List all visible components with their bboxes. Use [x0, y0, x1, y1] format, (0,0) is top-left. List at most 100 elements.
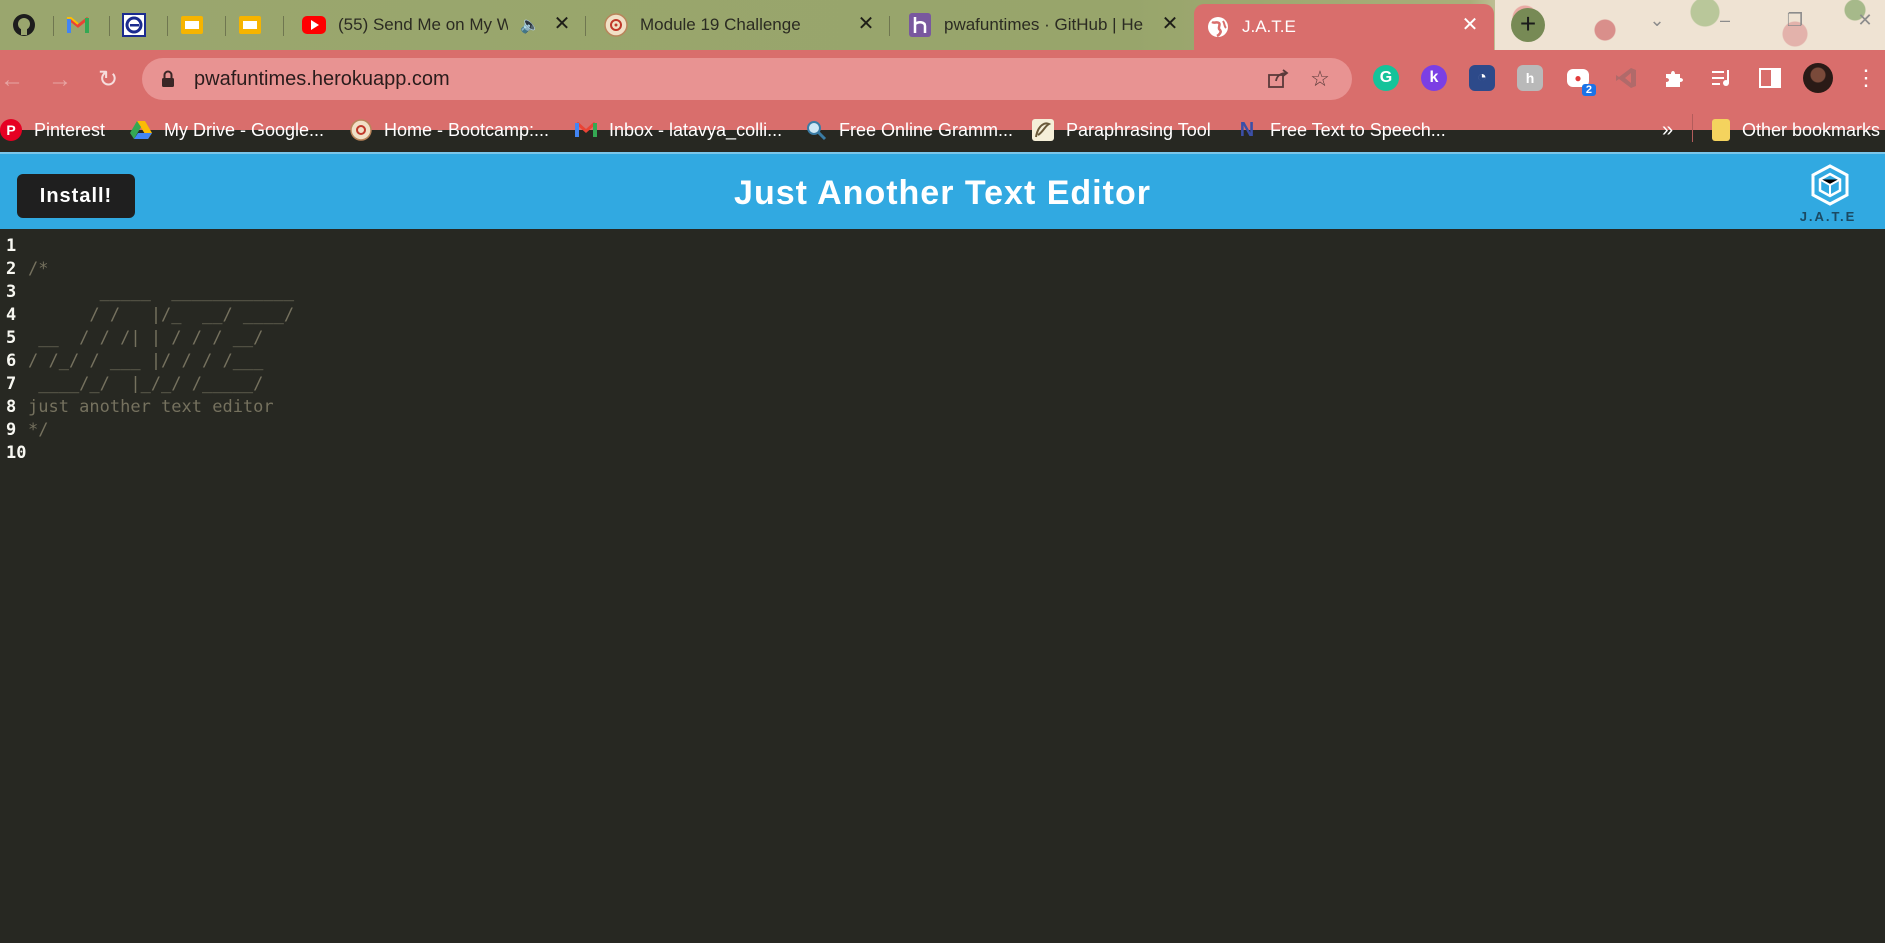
bootcamp-icon — [604, 13, 628, 37]
grammar-checker-icon — [805, 119, 827, 141]
editor-line[interactable]: 4 / / |/_ __/ ____/ — [0, 304, 294, 327]
tab-heroku[interactable]: pwafuntimes · GitHub | He ✕ — [896, 6, 1194, 44]
speaker-icon[interactable]: 🔈 — [520, 15, 540, 35]
screencastify-icon[interactable]: ◔ — [1466, 62, 1498, 94]
lock-icon[interactable] — [158, 69, 178, 89]
tab-title: pwafuntimes · GitHub | He — [944, 15, 1144, 34]
line-number: 2 — [6, 259, 17, 279]
line-number: 9 — [6, 420, 17, 440]
more-bookmarks-button[interactable]: » — [1662, 116, 1673, 144]
folder-icon — [1712, 119, 1730, 141]
bookmark-grammar-checker[interactable]: Free Online Gramm... — [805, 116, 1013, 144]
vscode-icon[interactable] — [1610, 62, 1642, 94]
editor-line[interactable]: 1 — [0, 235, 28, 258]
profile-avatar[interactable] — [1802, 62, 1834, 94]
share-icon[interactable] — [1260, 61, 1296, 97]
line-number: 4 — [6, 305, 17, 325]
close-window-icon[interactable]: ✕ — [1850, 10, 1880, 34]
google-drive-icon — [130, 119, 152, 141]
bookmark-bootcamp[interactable]: Home - Bootcamp:... — [350, 116, 549, 144]
app-header: Install! Just Another Text Editor J.A.T.… — [0, 152, 1885, 231]
helperbird-icon[interactable]: h — [1514, 62, 1546, 94]
tab-jate[interactable]: J.A.T.E ✕ — [1194, 4, 1494, 50]
bookmark-label: Paraphrasing Tool — [1066, 119, 1211, 140]
close-tab-icon[interactable]: ✕ — [552, 14, 572, 34]
heroku-icon — [908, 13, 932, 37]
bookmark-paraphrasing-tool[interactable]: Paraphrasing Tool — [1032, 116, 1211, 144]
line-text[interactable]: ____/_/ |_/_/ /_____/ — [28, 374, 263, 394]
line-number: 7 — [6, 374, 17, 394]
extension-badge: 2 — [1581, 84, 1596, 96]
editor-line[interactable]: 6 / /_/ / ___ |/ / / /___ — [0, 350, 263, 373]
extensions-puzzle-icon[interactable] — [1658, 62, 1690, 94]
tab-slides-2[interactable] — [226, 6, 284, 44]
forward-icon[interactable]: → — [42, 62, 78, 98]
editor-line[interactable]: 10 — [0, 442, 28, 465]
close-tab-icon[interactable]: ✕ — [1160, 14, 1180, 34]
browser-tab-strip: (55) Send Me on My W 🔈 ✕ Module 19 Chall… — [0, 0, 1885, 50]
back-icon[interactable]: ← — [0, 62, 30, 98]
github-icon — [12, 13, 36, 37]
tab-edge[interactable] — [110, 6, 168, 44]
line-number: 10 — [6, 443, 27, 463]
video-extension-icon[interactable]: ● 2 — [1562, 62, 1596, 96]
media-controls-icon[interactable] — [1706, 62, 1738, 94]
menu-kebab-icon[interactable]: ⋮ — [1850, 62, 1882, 94]
bookmark-label: My Drive - Google... — [164, 119, 325, 140]
reload-icon[interactable]: ↻ — [90, 62, 126, 98]
edge-icon — [122, 13, 146, 37]
gmail-icon — [575, 119, 597, 141]
globe-icon — [1206, 15, 1230, 39]
kami-icon[interactable]: k — [1418, 62, 1450, 94]
youtube-icon — [302, 13, 326, 37]
bookmark-label: Other bookmarks — [1742, 119, 1881, 140]
side-panel-icon[interactable] — [1754, 62, 1786, 94]
line-text[interactable]: / /_/ / ___ |/ / / /___ — [28, 351, 263, 371]
line-text[interactable]: / / |/_ __/ ____/ — [28, 305, 294, 325]
editor-line[interactable]: 5 __ / / /| | / / / __/ — [0, 327, 263, 350]
line-number: 5 — [6, 328, 17, 348]
tab-search-icon[interactable]: ⌄ — [1642, 10, 1672, 34]
tab-title: (55) Send Me on My W — [338, 15, 508, 34]
line-text[interactable]: just another text editor — [28, 397, 274, 417]
line-number: 3 — [6, 282, 17, 302]
editor-line[interactable]: 2 /* — [0, 258, 48, 281]
line-number: 1 — [6, 236, 17, 256]
restore-icon[interactable]: ❐ — [1780, 10, 1810, 34]
address-bar[interactable]: pwafuntimes.herokuapp.com ☆ — [142, 58, 1352, 100]
tab-title: Module 19 Challenge — [640, 15, 801, 34]
tab-youtube[interactable]: (55) Send Me on My W 🔈 ✕ — [290, 6, 586, 44]
other-bookmarks-folder[interactable]: Other bookmarks — [1712, 116, 1880, 144]
editor-line[interactable]: 7 ____/_/ |_/_/ /_____/ — [0, 373, 263, 396]
bookmark-star-icon[interactable]: ☆ — [1302, 61, 1338, 97]
tab-gmail[interactable] — [54, 6, 110, 44]
grammarly-icon[interactable]: G — [1370, 62, 1402, 94]
bookmark-inbox[interactable]: Inbox - latavya_colli... — [575, 116, 782, 144]
slides-icon — [180, 13, 204, 37]
jate-logo: J.A.T.E — [1792, 164, 1864, 224]
editor-line[interactable]: 8 just another text editor — [0, 396, 274, 419]
minimize-icon[interactable]: – — [1710, 10, 1740, 34]
line-text[interactable]: */ — [28, 420, 48, 440]
pinterest-icon: P — [0, 119, 22, 141]
app-title: Just Another Text Editor — [734, 174, 1151, 212]
editor-line[interactable]: 3 _____ ____________ — [0, 281, 294, 304]
bookmark-pinterest[interactable]: P Pinterest — [0, 116, 105, 144]
new-tab-button[interactable]: + — [1511, 8, 1545, 42]
bookmark-my-drive[interactable]: My Drive - Google... — [130, 116, 324, 144]
close-tab-icon[interactable]: ✕ — [856, 14, 876, 34]
editor-line[interactable]: 9 */ — [0, 419, 48, 442]
bookmarks-divider — [1692, 114, 1693, 142]
close-tab-icon[interactable]: ✕ — [1460, 15, 1480, 35]
tab-module-19[interactable]: Module 19 Challenge ✕ — [592, 6, 890, 44]
tab-slides-1[interactable] — [168, 6, 226, 44]
bookmark-label: Pinterest — [34, 119, 106, 140]
line-text[interactable]: _____ ____________ — [28, 282, 294, 302]
bookmark-text-to-speech[interactable]: N Free Text to Speech... — [1236, 116, 1446, 144]
line-text[interactable]: /* — [28, 259, 48, 279]
line-text[interactable]: __ / / /| | / / / __/ — [28, 328, 263, 348]
tab-github[interactable] — [0, 6, 54, 44]
url-text[interactable]: pwafuntimes.herokuapp.com — [194, 68, 1260, 91]
naturalreader-icon: N — [1239, 118, 1255, 141]
code-editor[interactable]: 1 2 /* 3 _____ ____________ 4 / / |/_ __/… — [0, 229, 1885, 943]
